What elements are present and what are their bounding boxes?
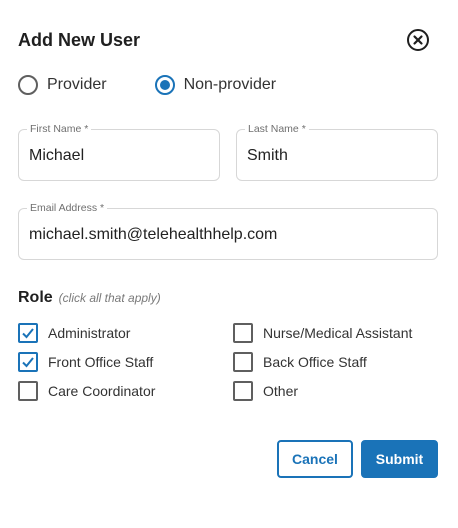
role-heading: Role (click all that apply)	[18, 289, 161, 307]
first-name-label: First Name *	[27, 123, 92, 135]
checkbox-nurse-medical-assistant-box[interactable]	[233, 323, 253, 343]
checkbox-administrator[interactable]: Administrator	[18, 323, 130, 343]
add-user-dialog: Add New User Provider Non-provider First…	[0, 0, 458, 528]
radio-non-provider-label: Non-provider	[183, 76, 277, 93]
submit-button[interactable]: Submit	[361, 440, 438, 478]
last-name-label: Last Name *	[245, 123, 309, 135]
first-name-input[interactable]	[29, 147, 209, 165]
last-name-field[interactable]: Last Name *	[236, 123, 438, 181]
checkbox-administrator-label: Administrator	[48, 325, 131, 341]
checkbox-other[interactable]: Other	[233, 381, 298, 401]
role-title: Role	[18, 289, 53, 306]
user-type-radio-group: Provider Non-provider	[18, 75, 324, 95]
checkbox-other-label: Other	[263, 383, 299, 399]
first-name-field[interactable]: First Name *	[18, 123, 220, 181]
radio-provider[interactable]: Provider	[18, 75, 107, 95]
cancel-button[interactable]: Cancel	[277, 440, 353, 478]
radio-provider-label: Provider	[47, 76, 107, 93]
radio-provider-circle[interactable]	[18, 75, 38, 95]
role-hint: (click all that apply)	[58, 291, 161, 305]
dialog-title: Add New User	[18, 30, 141, 50]
checkbox-front-office-staff-box[interactable]	[18, 352, 38, 372]
checkbox-care-coordinator-label: Care Coordinator	[48, 383, 156, 399]
checkbox-back-office-staff[interactable]: Back Office Staff	[233, 352, 367, 372]
radio-non-provider[interactable]: Non-provider	[154, 75, 277, 95]
checkbox-front-office-staff[interactable]: Front Office Staff	[18, 352, 153, 372]
checkbox-front-office-staff-label: Front Office Staff	[48, 354, 154, 370]
last-name-input[interactable]	[247, 147, 427, 165]
check-icon	[22, 328, 34, 339]
email-label: Email Address *	[27, 202, 108, 214]
check-icon	[22, 357, 34, 368]
close-button[interactable]	[406, 28, 430, 52]
checkbox-care-coordinator-box[interactable]	[18, 381, 38, 401]
email-field[interactable]: Email Address *	[18, 202, 438, 260]
checkbox-back-office-staff-box[interactable]	[233, 352, 253, 372]
checkbox-nurse-medical-assistant-label: Nurse/Medical Assistant	[263, 325, 413, 341]
checkbox-other-box[interactable]	[233, 381, 253, 401]
checkbox-care-coordinator[interactable]: Care Coordinator	[18, 381, 155, 401]
checkbox-administrator-box[interactable]	[18, 323, 38, 343]
checkbox-back-office-staff-label: Back Office Staff	[263, 354, 367, 370]
close-circle-icon	[407, 29, 429, 51]
checkbox-nurse-medical-assistant[interactable]: Nurse/Medical Assistant	[233, 323, 412, 343]
radio-non-provider-circle[interactable]	[154, 75, 175, 95]
email-input[interactable]	[29, 226, 427, 244]
